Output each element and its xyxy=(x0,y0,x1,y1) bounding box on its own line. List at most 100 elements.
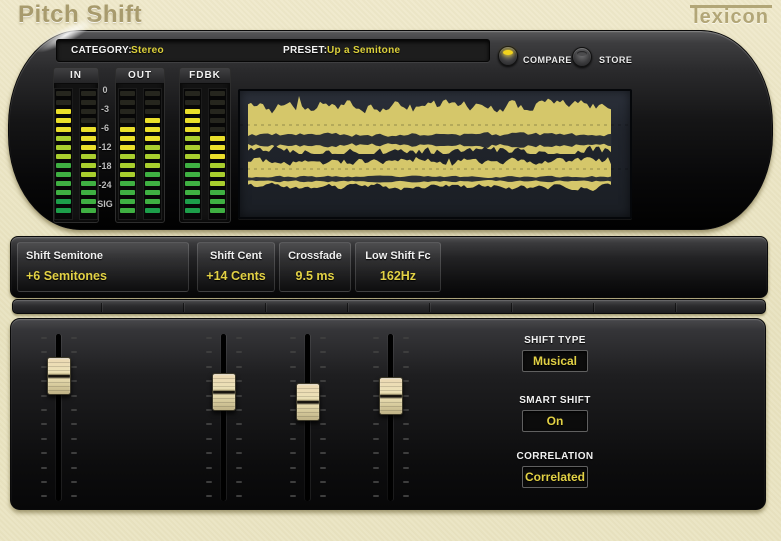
shift-semitone-slider-knob[interactable] xyxy=(47,357,71,395)
meter-scale-label: SIG xyxy=(97,199,113,209)
slider-tick xyxy=(290,467,296,469)
meter-led-segment xyxy=(81,208,96,213)
category-value[interactable]: Stereo xyxy=(131,45,164,56)
meter-led-segment xyxy=(120,118,135,123)
slider-tick xyxy=(320,409,326,411)
compare-button[interactable] xyxy=(498,46,518,66)
meter-led-segment xyxy=(145,109,160,114)
slider-tick xyxy=(403,380,409,382)
slider-tick xyxy=(71,409,77,411)
meter-led-segment xyxy=(185,136,200,141)
meter-scale-label: -3 xyxy=(101,104,109,114)
meter-led-segment xyxy=(120,172,135,177)
slider-tick xyxy=(320,366,326,368)
meter-scale-label: -24 xyxy=(98,180,111,190)
slider-tick xyxy=(290,452,296,454)
slider-tick xyxy=(320,395,326,397)
meter-scale: 0-3-6-12-18-24SIG xyxy=(95,85,115,209)
option-value-box[interactable]: On xyxy=(522,410,588,432)
option-value-box[interactable]: Musical xyxy=(522,350,588,372)
slider-tick xyxy=(41,337,47,339)
slider-tick xyxy=(236,423,242,425)
meter-led-segment xyxy=(210,181,225,186)
param-tile-shift-cent[interactable]: Shift Cent+14 Cents xyxy=(197,242,275,292)
meter-led-segment xyxy=(120,145,135,150)
meter-led-segment xyxy=(81,199,96,204)
meter-led-segment xyxy=(145,199,160,204)
meter-scale-label: 0 xyxy=(102,85,107,95)
slider-tick xyxy=(236,495,242,497)
meter-group-fdbk: FDBK xyxy=(179,67,231,223)
meter-led-segment xyxy=(56,181,71,186)
meter-led-segment xyxy=(56,199,71,204)
meter-led-segment xyxy=(185,190,200,195)
low-shift-fc-slider-knob[interactable] xyxy=(379,377,403,415)
param-value[interactable]: 162Hz xyxy=(356,269,440,283)
meter-led-segment xyxy=(120,91,135,96)
meter-led-segment xyxy=(185,91,200,96)
meter-led-segment xyxy=(120,154,135,159)
meter-group-out: OUT xyxy=(115,67,165,223)
slider-tick xyxy=(71,467,77,469)
preset-value[interactable]: Up a Semitone xyxy=(327,45,400,56)
slider-tick xyxy=(71,452,77,454)
param-value[interactable]: 9.5 ms xyxy=(280,269,350,283)
slider-tick xyxy=(290,337,296,339)
meter-led-segment xyxy=(81,109,96,114)
param-tile-crossfade[interactable]: Crossfade9.5 ms xyxy=(279,242,351,292)
meter-column xyxy=(118,88,137,220)
option-group-shift-type: SHIFT TYPEMusical xyxy=(505,335,605,372)
meter-led-segment xyxy=(56,136,71,141)
category-label: CATEGORY: xyxy=(71,45,132,56)
option-value-box[interactable]: Correlated xyxy=(522,466,588,488)
soft-row-divider xyxy=(101,303,102,312)
slider-tick xyxy=(373,351,379,353)
slider-tick xyxy=(403,409,409,411)
slider-tick xyxy=(290,481,296,483)
slider-tick xyxy=(206,495,212,497)
meter-led-segment xyxy=(210,91,225,96)
slider-tick xyxy=(320,481,326,483)
soft-row-divider xyxy=(511,303,512,312)
meter-led-segment xyxy=(56,163,71,168)
slider-tick xyxy=(320,467,326,469)
slider-tick xyxy=(373,452,379,454)
slider-tick xyxy=(236,452,242,454)
meter-led-segment xyxy=(185,118,200,123)
soft-row-divider xyxy=(675,303,676,312)
meter-led-segment xyxy=(56,154,71,159)
meter-led-segment xyxy=(56,208,71,213)
slider-tick xyxy=(403,495,409,497)
meter-header-label: FDBK xyxy=(180,68,230,84)
meter-led-segment xyxy=(56,100,71,105)
slider-tick xyxy=(290,366,296,368)
low-shift-fc-slider-track[interactable] xyxy=(388,334,393,501)
meter-led-segment xyxy=(120,190,135,195)
slider-tick xyxy=(206,409,212,411)
crossfade-slider-knob[interactable] xyxy=(296,383,320,421)
slider-tick xyxy=(41,467,47,469)
param-value[interactable]: +14 Cents xyxy=(198,269,274,283)
meter-led-segment xyxy=(56,109,71,114)
meter-led-segment xyxy=(81,145,96,150)
param-tile-shift-semitone[interactable]: Shift Semitone+6 Semitones xyxy=(17,242,189,292)
meter-led-segment xyxy=(56,145,71,150)
meter-led-segment xyxy=(210,100,225,105)
meter-led-segment xyxy=(120,163,135,168)
soft-row-strip[interactable] xyxy=(12,299,766,314)
store-button[interactable] xyxy=(572,47,592,67)
soft-row-divider xyxy=(347,303,348,312)
meter-led-segment xyxy=(145,172,160,177)
slider-tick xyxy=(236,481,242,483)
page-title: Pitch Shift xyxy=(18,1,142,29)
slider-tick xyxy=(320,438,326,440)
meter-led-segment xyxy=(120,136,135,141)
shift-cent-slider-knob[interactable] xyxy=(212,373,236,411)
meter-led-segment xyxy=(120,199,135,204)
slider-tick xyxy=(236,380,242,382)
slider-tick xyxy=(403,467,409,469)
param-value[interactable]: +6 Semitones xyxy=(26,269,188,283)
param-tile-low-shift-fc[interactable]: Low Shift Fc162Hz xyxy=(355,242,441,292)
shift-cent-slider xyxy=(194,327,254,509)
shift-cent-slider-track[interactable] xyxy=(221,334,226,501)
